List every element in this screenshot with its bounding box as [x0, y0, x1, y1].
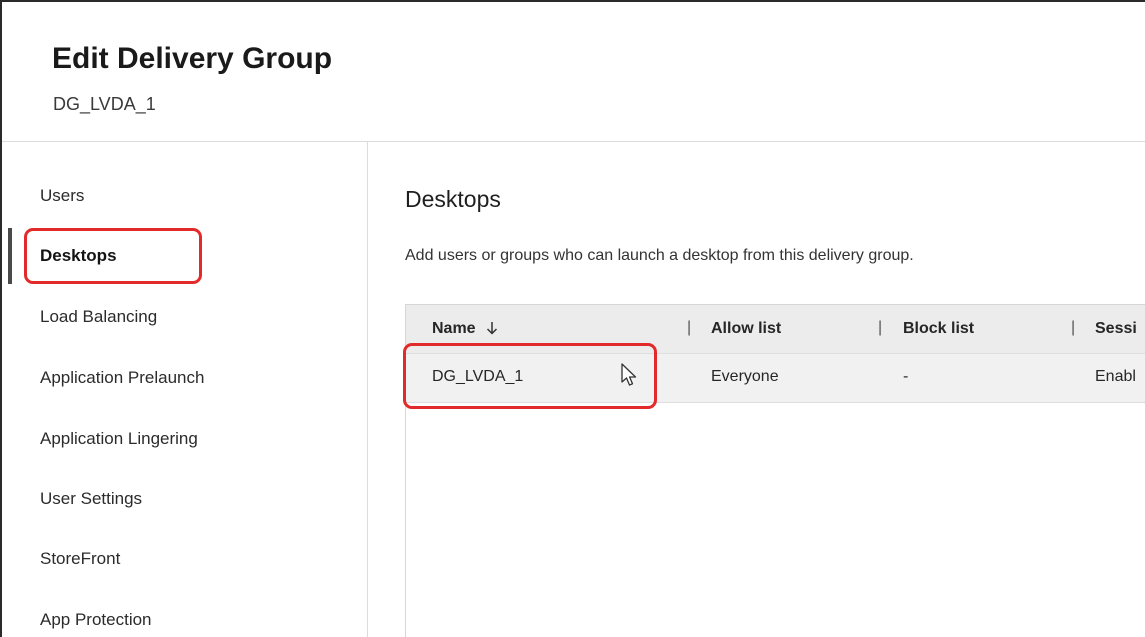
highlight-box-desktops [24, 228, 202, 284]
section-title: Desktops [405, 186, 501, 212]
section-description: Add users or groups who can launch a des… [405, 247, 914, 264]
sidebar-item-application-lingering[interactable]: Application Lingering [40, 429, 198, 449]
column-divider: | [1071, 319, 1076, 336]
arrow-down-icon [486, 321, 498, 340]
column-divider: | [687, 319, 692, 336]
mouse-cursor-icon [620, 362, 640, 388]
column-header-session[interactable]: Sessi [1095, 320, 1137, 338]
sidebar-item-storefront[interactable]: StoreFront [40, 549, 120, 569]
dialog-window: Edit Delivery Group DG_LVDA_1 Users Desk… [0, 0, 1145, 637]
sidebar-nav: Users Desktops Load Balancing Applicatio… [2, 142, 368, 637]
sidebar-item-application-prelaunch[interactable]: Application Prelaunch [40, 368, 204, 388]
cell-block-list: - [903, 368, 909, 385]
page-title: Edit Delivery Group [52, 42, 333, 75]
page-subtitle: DG_LVDA_1 [53, 94, 156, 114]
column-header-name[interactable]: Name [432, 320, 498, 340]
column-header-block-list[interactable]: Block list [903, 320, 974, 338]
column-header-label: Name [432, 320, 476, 337]
sidebar-item-app-protection[interactable]: App Protection [40, 610, 152, 630]
sidebar-item-users[interactable]: Users [40, 186, 84, 206]
column-header-allow-list[interactable]: Allow list [711, 320, 781, 338]
cell-session: Enabl [1095, 368, 1136, 385]
active-indicator [8, 228, 12, 284]
column-divider: | [878, 319, 883, 336]
cell-allow-list: Everyone [711, 368, 779, 385]
highlight-box-row [403, 343, 657, 409]
main-content: Desktops Add users or groups who can lau… [368, 142, 1145, 637]
page-header: Edit Delivery Group DG_LVDA_1 [2, 2, 1145, 142]
sidebar-item-user-settings[interactable]: User Settings [40, 489, 142, 509]
sidebar-item-load-balancing[interactable]: Load Balancing [40, 307, 157, 327]
